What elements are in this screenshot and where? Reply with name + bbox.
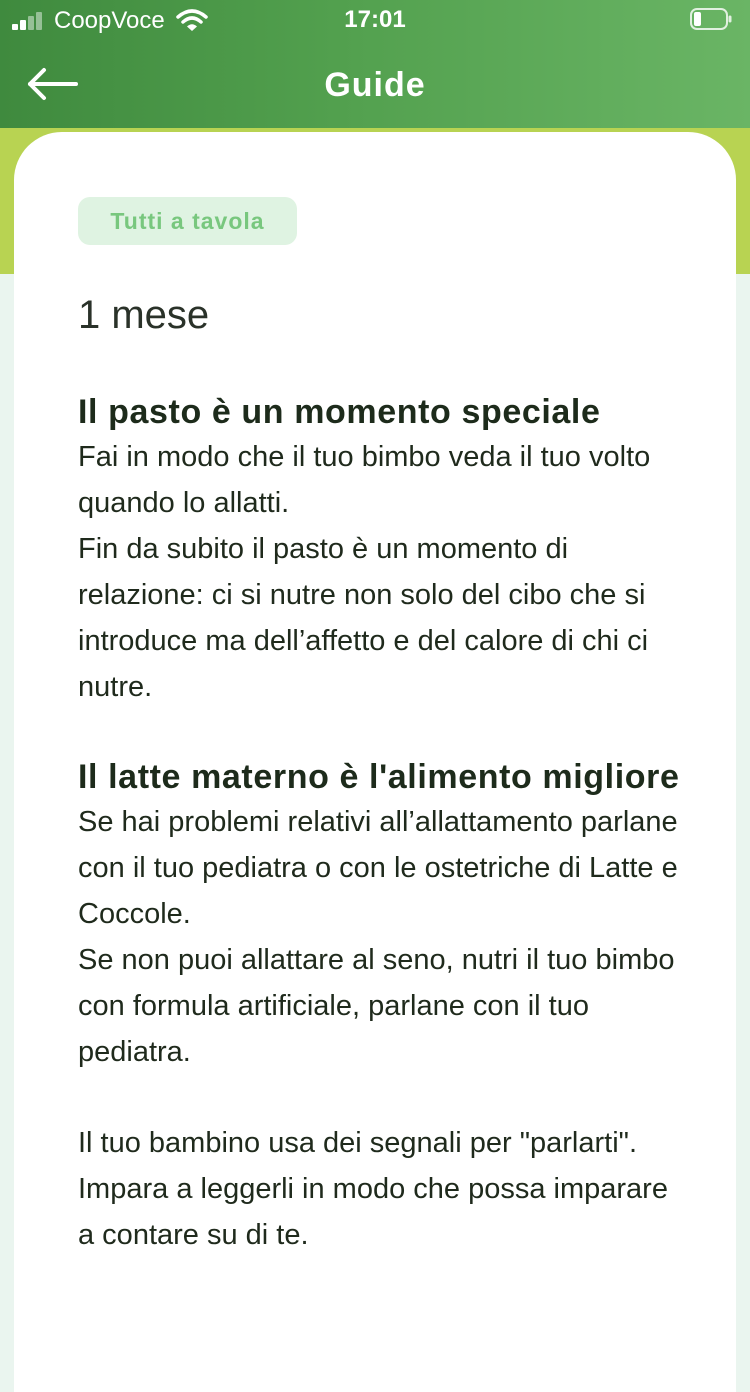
navigation-bar: Guide	[0, 52, 750, 118]
section-paragraph: Se hai problemi relativi all’allattament…	[78, 806, 678, 930]
section-title: Il pasto è un momento speciale	[78, 393, 601, 431]
section-paragraph: Fai in modo che il tuo bimbo veda il tuo…	[78, 441, 651, 519]
category-tag[interactable]: Tutti a tavola	[78, 197, 297, 245]
section-paragraph: Se non puoi allattare al seno, nutri il …	[78, 944, 675, 1068]
age-heading: 1 mese	[78, 293, 210, 337]
status-bar: CoopVoce 17:01	[0, 0, 750, 42]
guide-content: Il pasto è un momento speciale Fai in mo…	[78, 390, 688, 1258]
page-title: Guide	[324, 66, 426, 104]
battery-icon	[690, 8, 732, 30]
section-title: Il latte materno è l'alimento migliore	[78, 758, 680, 796]
section-paragraph: Fin da subito il pasto è un momento di r…	[78, 533, 649, 703]
closing-paragraph: Il tuo bambino usa dei segnali per "parl…	[78, 1127, 668, 1251]
status-time: 17:01	[344, 6, 406, 33]
guide-card: Tutti a tavola 1 mese Il pasto è un mome…	[14, 132, 736, 1392]
